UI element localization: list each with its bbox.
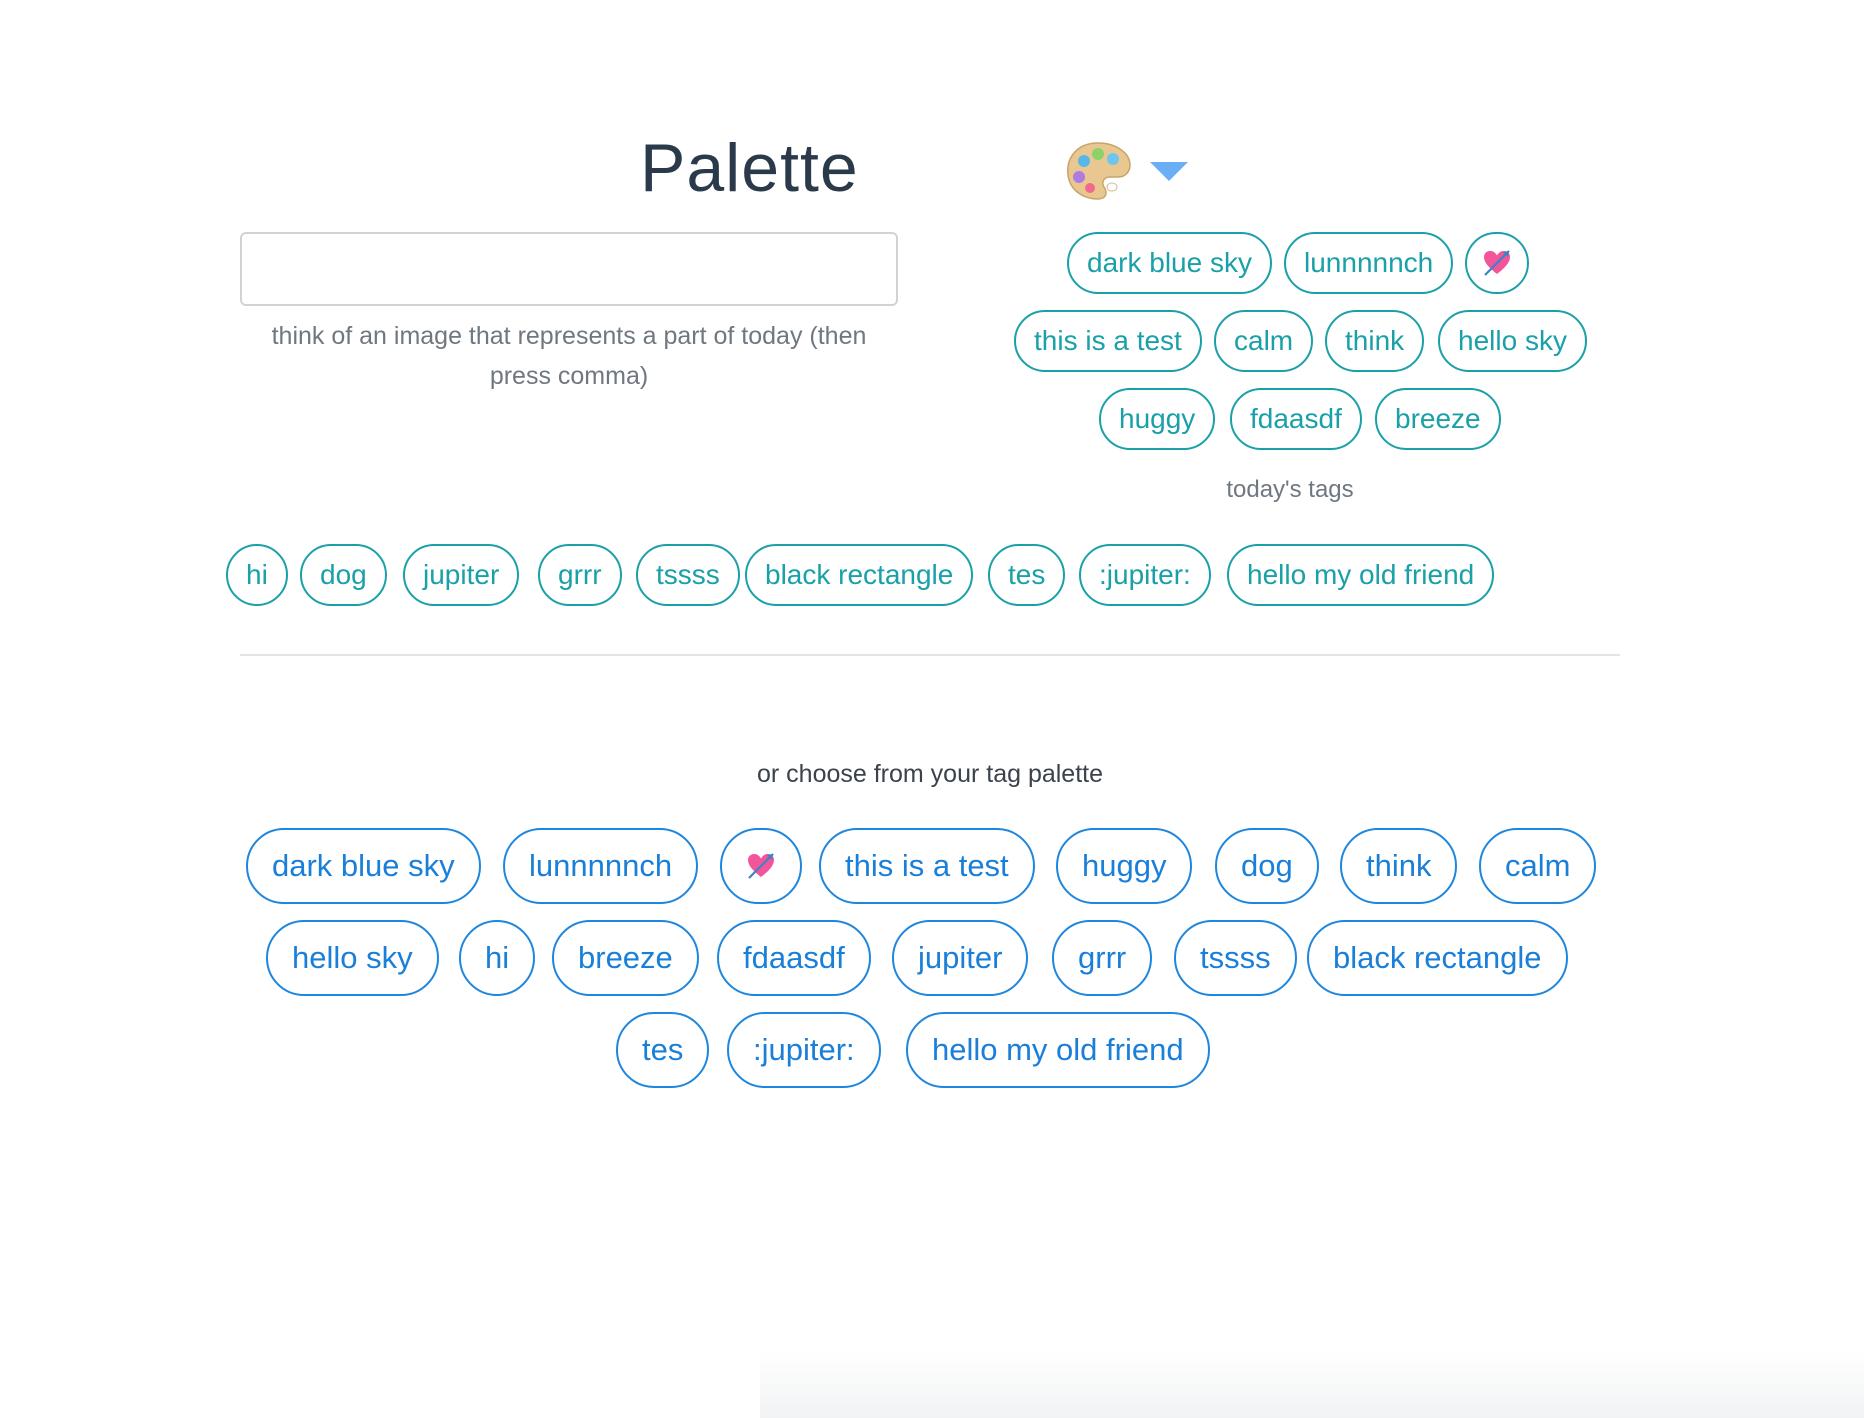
tag-palette-label: or choose from your tag palette [756, 760, 1104, 788]
palette-tag[interactable]: hi [459, 920, 536, 996]
caret-down-icon [1150, 162, 1188, 181]
today-tag[interactable]: tes [988, 544, 1066, 606]
today-tag[interactable] [1465, 232, 1529, 294]
tag-input[interactable] [240, 232, 898, 306]
today-tag[interactable]: lunnnnnch [1284, 232, 1454, 294]
palette-tag[interactable] [720, 828, 802, 904]
palette-tag[interactable]: black rectangle [1307, 920, 1568, 996]
palette-tag[interactable]: huggy [1056, 828, 1193, 904]
input-hint: think of an image that represents a part… [271, 322, 867, 390]
palette-tag[interactable]: think [1340, 828, 1458, 904]
palette-tag[interactable]: lunnnnnch [503, 828, 699, 904]
palette-tag[interactable]: tes [616, 1012, 710, 1088]
artist-palette-icon [1067, 142, 1131, 200]
today-tag[interactable]: fdaasdf [1230, 388, 1362, 450]
palette-tag[interactable]: hello sky [266, 920, 439, 996]
palette-tag[interactable]: fdaasdf [717, 920, 871, 996]
bottom-shadow [760, 1350, 1864, 1418]
today-tag[interactable]: breeze [1375, 388, 1501, 450]
today-tag[interactable]: hello my old friend [1227, 544, 1495, 606]
palette-tag[interactable]: :jupiter: [727, 1012, 881, 1088]
today-tag[interactable]: jupiter [403, 544, 520, 606]
todays-tags-label: today's tags [1226, 476, 1354, 503]
heart-with-arrow-icon [748, 853, 774, 879]
palette-tag[interactable]: breeze [552, 920, 699, 996]
palette-menu-toggle[interactable] [1062, 135, 1222, 207]
today-tag[interactable]: black rectangle [745, 544, 974, 606]
palette-tag[interactable]: dog [1215, 828, 1319, 904]
heart-with-arrow-icon [1484, 250, 1510, 276]
today-tag[interactable]: hello sky [1438, 310, 1587, 372]
palette-tag[interactable]: this is a test [819, 828, 1035, 904]
palette-tag[interactable]: calm [1479, 828, 1597, 904]
page-title: Palette [640, 130, 859, 206]
palette-tag[interactable]: dark blue sky [246, 828, 481, 904]
today-tag[interactable]: dog [300, 544, 387, 606]
palette-tag[interactable]: grrr [1052, 920, 1153, 996]
today-tag[interactable]: hi [226, 544, 288, 606]
palette-tag[interactable]: hello my old friend [906, 1012, 1210, 1088]
palette-tag[interactable]: tssss [1174, 920, 1297, 996]
today-tag[interactable]: dark blue sky [1067, 232, 1272, 294]
section-divider [240, 654, 1620, 656]
today-tag[interactable]: grrr [538, 544, 622, 606]
today-tag[interactable]: tssss [636, 544, 740, 606]
palette-tag[interactable]: jupiter [892, 920, 1029, 996]
today-tag[interactable]: :jupiter: [1079, 544, 1211, 606]
today-tag[interactable]: think [1325, 310, 1425, 372]
today-tag[interactable]: this is a test [1014, 310, 1202, 372]
today-tag[interactable]: calm [1214, 310, 1314, 372]
today-tag[interactable]: huggy [1099, 388, 1216, 450]
